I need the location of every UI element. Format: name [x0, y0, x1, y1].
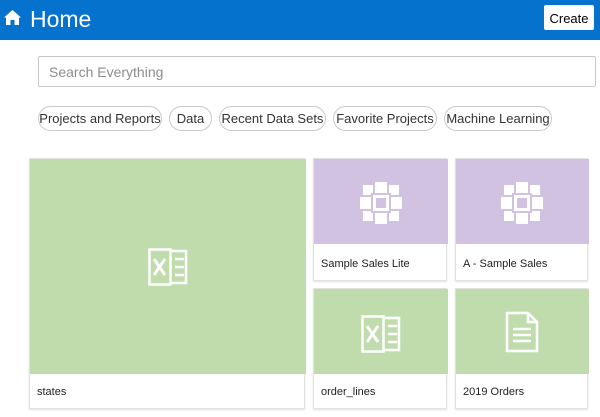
tile-a-sample-sales[interactable]: A - Sample Sales — [455, 158, 589, 281]
tile-order-lines[interactable]: order_lines — [313, 288, 448, 409]
document-icon — [505, 311, 539, 353]
filter-data[interactable]: Data — [169, 106, 212, 131]
tile-thumbnail — [456, 289, 589, 374]
excel-icon — [148, 248, 188, 286]
tile-label: order_lines — [321, 386, 376, 398]
tile-label: states — [37, 386, 67, 398]
header-bar: Home Create — [0, 0, 600, 40]
filter-machine-learning[interactable]: Machine Learning — [444, 106, 552, 131]
page-title: Home — [30, 6, 92, 32]
tile-sample-sales-lite[interactable]: Sample Sales Lite — [313, 158, 448, 281]
tile-label: Sample Sales Lite — [321, 258, 410, 270]
filter-recent-data-sets[interactable]: Recent Data Sets — [219, 106, 326, 131]
subject-area-icon — [360, 182, 402, 224]
tile-2019-orders[interactable]: 2019 Orders — [455, 288, 589, 409]
tile-states[interactable]: states — [29, 158, 306, 409]
tile-label: A - Sample Sales — [463, 258, 548, 270]
create-button[interactable]: Create — [544, 5, 594, 30]
search-input[interactable] — [38, 56, 596, 87]
filter-favorite-projects[interactable]: Favorite Projects — [333, 106, 437, 131]
tile-thumbnail — [30, 159, 306, 374]
filter-projects-and-reports[interactable]: Projects and Reports — [38, 106, 162, 131]
home-icon[interactable] — [3, 9, 22, 26]
excel-icon — [361, 315, 401, 353]
tile-thumbnail — [456, 159, 589, 244]
tile-thumbnail — [314, 159, 448, 244]
tile-label: 2019 Orders — [463, 386, 525, 398]
subject-area-icon — [501, 182, 543, 224]
tile-thumbnail — [314, 289, 448, 374]
